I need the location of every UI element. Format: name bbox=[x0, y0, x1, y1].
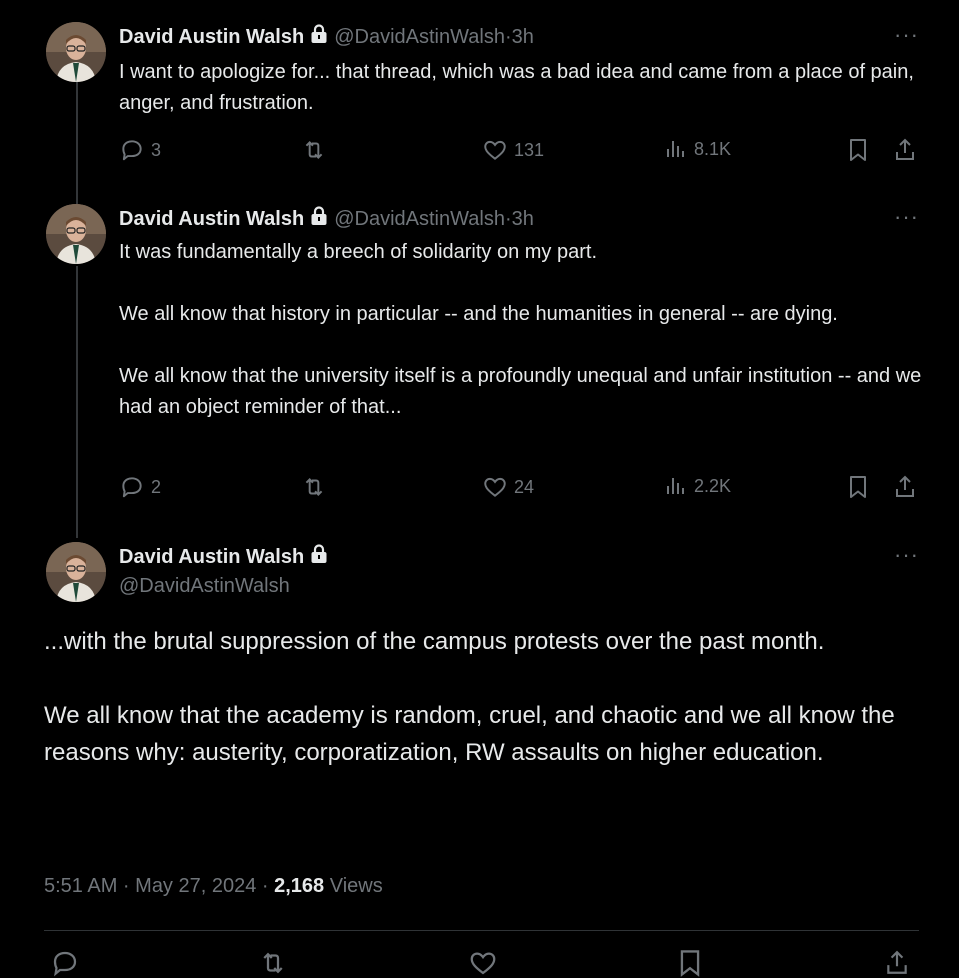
views-icon bbox=[667, 141, 684, 157]
tweet-text: I want to apologize for... that thread, … bbox=[119, 61, 914, 114]
bookmark-button[interactable] bbox=[846, 137, 870, 163]
retweet-icon bbox=[263, 952, 283, 974]
tweet-2[interactable]: David Austin Walsh @DavidAstinWalsh · 3h… bbox=[0, 182, 959, 522]
heart-icon bbox=[484, 140, 506, 160]
bookmark-icon bbox=[850, 476, 866, 498]
views-button[interactable]: 2.2K bbox=[664, 474, 731, 498]
avatar[interactable] bbox=[46, 204, 106, 264]
tweet-header: David Austin Walsh bbox=[119, 544, 334, 570]
bookmark-icon bbox=[680, 950, 700, 977]
author-name[interactable]: David Austin Walsh bbox=[119, 208, 304, 231]
share-icon bbox=[887, 950, 907, 974]
views-icon bbox=[667, 478, 684, 494]
like-button[interactable] bbox=[468, 948, 498, 978]
bookmark-button[interactable] bbox=[846, 474, 870, 500]
like-count: 131 bbox=[514, 139, 545, 160]
retweet-icon bbox=[305, 478, 323, 496]
main-tweet-actions bbox=[50, 948, 910, 978]
reply-count: 3 bbox=[151, 139, 162, 160]
reply-icon bbox=[53, 951, 77, 977]
views-count: 8.1K bbox=[694, 138, 732, 159]
share-button[interactable] bbox=[893, 474, 917, 500]
lock-icon bbox=[310, 24, 328, 50]
author-handle[interactable]: @DavidAstinWalsh bbox=[334, 208, 505, 231]
retweet-button[interactable] bbox=[301, 474, 327, 500]
avatar-image bbox=[46, 204, 106, 264]
avatar-image bbox=[46, 22, 106, 82]
author-name[interactable]: David Austin Walsh bbox=[119, 546, 304, 569]
like-button[interactable]: 131 bbox=[482, 137, 544, 163]
lock-icon bbox=[310, 206, 328, 232]
author-name[interactable]: David Austin Walsh bbox=[119, 26, 304, 49]
share-icon bbox=[896, 475, 914, 497]
retweet-button[interactable] bbox=[258, 948, 288, 978]
reply-icon bbox=[122, 477, 142, 498]
tweet-header: David Austin Walsh @DavidAstinWalsh · 3h bbox=[119, 206, 534, 232]
separator: · bbox=[504, 25, 512, 48]
retweet-icon bbox=[305, 141, 323, 159]
share-button[interactable] bbox=[893, 137, 917, 163]
tweet-actions: 3 131 8.1K bbox=[119, 137, 919, 167]
tweet-timestamp[interactable]: 5:51 AM · May 27, 2024 · bbox=[44, 875, 274, 897]
tweet-actions: 2 24 2.2K bbox=[119, 474, 919, 504]
like-count: 24 bbox=[514, 476, 535, 497]
author-handle[interactable]: @DavidAstinWalsh bbox=[334, 26, 505, 49]
reply-icon bbox=[122, 140, 142, 161]
author-handle[interactable]: @DavidAstinWalsh bbox=[119, 575, 290, 598]
reply-count: 2 bbox=[151, 476, 162, 497]
more-options-button[interactable]: ··· bbox=[894, 22, 919, 48]
share-button[interactable] bbox=[884, 948, 910, 978]
views-button[interactable]: 8.1K bbox=[664, 137, 731, 161]
avatar-image bbox=[46, 542, 106, 602]
views-count: 2.2K bbox=[694, 475, 732, 496]
tweet-time[interactable]: 3h bbox=[512, 208, 534, 231]
views-count: 2,168 bbox=[274, 875, 325, 897]
tweet-time[interactable]: 3h bbox=[512, 26, 534, 49]
divider bbox=[44, 930, 919, 931]
tweet-text: ...with the brutal suppression of the ca… bbox=[44, 628, 895, 766]
main-tweet: David Austin Walsh ··· @DavidAstinWalsh … bbox=[0, 520, 959, 977]
separator: · bbox=[504, 207, 512, 230]
lock-icon bbox=[310, 544, 328, 570]
like-button[interactable]: 24 bbox=[482, 474, 534, 500]
tweet-meta: 5:51 AM · May 27, 2024 · 2,168 Views bbox=[44, 875, 383, 898]
more-options-button[interactable]: ··· bbox=[894, 542, 919, 568]
avatar[interactable] bbox=[46, 22, 106, 82]
heart-icon bbox=[484, 477, 506, 497]
retweet-button[interactable] bbox=[301, 137, 327, 163]
tweet-text: It was fundamentally a breech of solidar… bbox=[119, 241, 922, 418]
bookmark-icon bbox=[850, 139, 866, 161]
heart-icon bbox=[470, 952, 496, 975]
tweet-header: David Austin Walsh @DavidAstinWalsh · 3h bbox=[119, 24, 534, 50]
reply-button[interactable] bbox=[50, 948, 80, 978]
avatar[interactable] bbox=[46, 542, 106, 602]
bookmark-button[interactable] bbox=[676, 948, 704, 978]
views-label: Views bbox=[324, 875, 383, 897]
reply-button[interactable]: 2 bbox=[119, 474, 161, 500]
share-icon bbox=[896, 138, 914, 160]
more-options-button[interactable]: ··· bbox=[894, 204, 919, 230]
reply-button[interactable]: 3 bbox=[119, 137, 161, 163]
tweet-1[interactable]: David Austin Walsh @DavidAstinWalsh · 3h… bbox=[0, 0, 959, 190]
